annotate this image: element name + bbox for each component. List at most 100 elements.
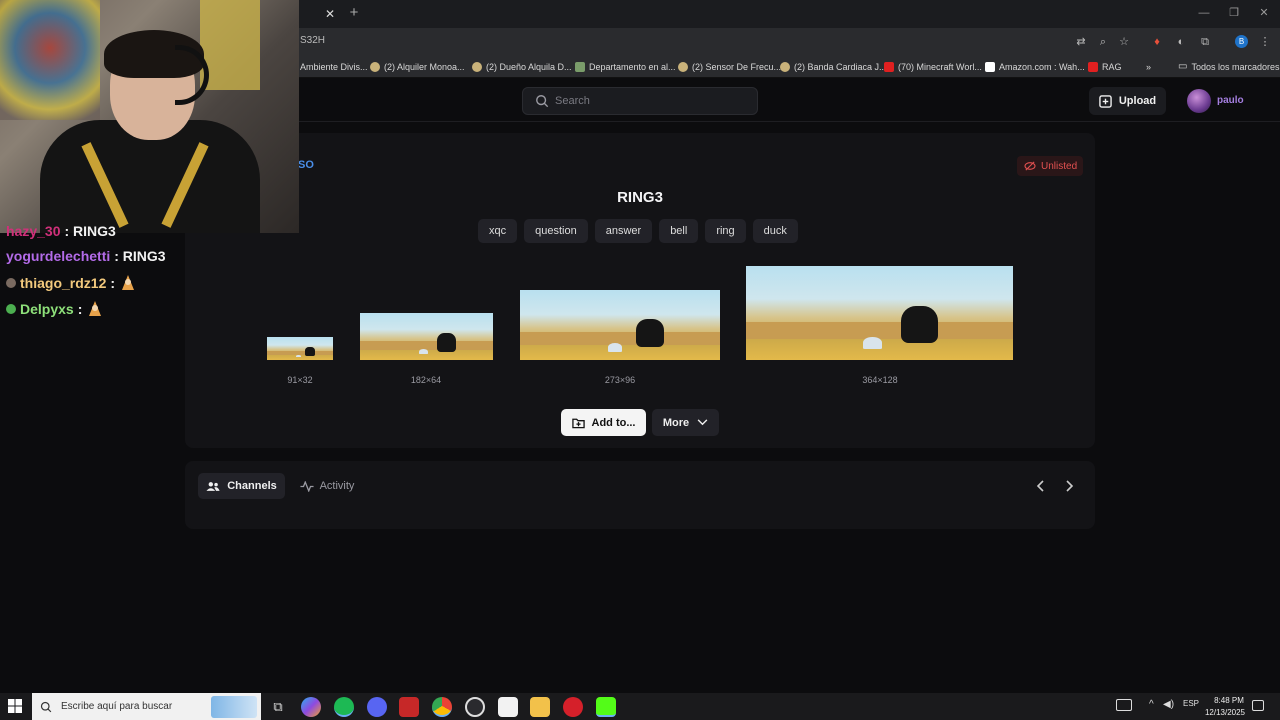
folder-icon: ▭ [1178, 61, 1188, 72]
chat-text: : RING3 [64, 223, 116, 239]
translate-icon[interactable]: ⇄ [1075, 36, 1087, 48]
user-avatar[interactable] [1187, 89, 1211, 113]
activity-icon [300, 480, 314, 492]
discord-icon[interactable] [367, 697, 387, 717]
visibility-badge: Unlisted [1017, 156, 1083, 176]
emote-title: RING3 [617, 189, 663, 206]
extension-red-icon[interactable]: ♦ [1151, 36, 1163, 48]
opera-icon[interactable] [563, 697, 583, 717]
emote-preview-1x[interactable] [267, 337, 333, 360]
bookmark-item[interactable]: (2) Dueño Alquila D... [472, 60, 572, 74]
tag-chip[interactable]: answer [594, 219, 653, 243]
chevron-right-icon[interactable] [1062, 479, 1076, 493]
emote-preview-2x[interactable] [360, 313, 493, 360]
bookmark-label: RAG [1102, 62, 1122, 72]
clock-date[interactable]: 12/13/2025 [1204, 708, 1246, 717]
extension-icon[interactable]: ◐ [1175, 36, 1187, 48]
all-bookmarks[interactable]: ▭ Todos los marcadores [1178, 60, 1280, 74]
chat-username: Delpyxs [20, 301, 74, 317]
username[interactable]: paulo [1217, 95, 1244, 106]
tab-activity[interactable]: Activity [292, 473, 362, 499]
bookmark-item[interactable]: (2) Banda Cardiaca J... [780, 60, 887, 74]
upload-label: Upload [1118, 95, 1157, 107]
chevron-left-icon[interactable] [1034, 479, 1048, 493]
volume-icon[interactable]: ◀) [1163, 699, 1174, 710]
emote-owner[interactable]: SO [298, 159, 314, 171]
chat-text: : [77, 301, 83, 317]
bookmark-item[interactable]: Amazon.com : Wah... [985, 60, 1085, 74]
obs-icon[interactable] [465, 697, 485, 717]
tab-channels-label: Channels [227, 480, 277, 492]
url-field[interactable] [290, 30, 1140, 54]
minimize-icon[interactable]: — [1194, 6, 1214, 20]
add-to-button[interactable]: Add to... [561, 409, 646, 436]
folder-plus-icon [571, 418, 585, 428]
new-tab-icon[interactable]: + [346, 5, 362, 21]
upload-button[interactable]: Upload [1089, 87, 1166, 115]
app-icon[interactable] [399, 697, 419, 717]
bookmark-favicon [678, 62, 688, 72]
size-label: 364×128 [862, 375, 898, 385]
language-indicator[interactable]: ESP [1183, 699, 1199, 708]
tag-chip[interactable]: ring [705, 219, 746, 243]
spotify-icon[interactable] [334, 697, 354, 717]
extensions-puzzle-icon[interactable]: ⧉ [1199, 36, 1211, 48]
keyboard-icon[interactable] [1116, 699, 1132, 711]
taskbar-search[interactable]: Escribe aquí para buscar [32, 693, 261, 720]
chat-text: : [110, 275, 116, 291]
bookmark-favicon [575, 62, 585, 72]
search-input[interactable] [555, 93, 745, 109]
tag-chip[interactable]: duck [752, 219, 798, 243]
youtube-icon [884, 62, 894, 72]
file-explorer-icon[interactable] [530, 697, 550, 717]
search-box[interactable] [522, 87, 758, 115]
emote-preview-4x[interactable] [746, 266, 1013, 360]
restore-icon[interactable]: ❐ [1224, 6, 1244, 20]
close-tab-icon[interactable]: ✕ [322, 6, 338, 22]
more-button[interactable]: More [652, 409, 719, 436]
bookmark-star-icon[interactable]: ☆ [1118, 36, 1130, 48]
notifications-icon[interactable] [1252, 700, 1264, 711]
windows-start-icon[interactable] [8, 699, 22, 713]
bookmark-item[interactable]: (2) Alquiler Monoa... [370, 60, 465, 74]
copilot-icon[interactable] [301, 697, 321, 717]
menu-dots-icon[interactable]: ⋮ [1259, 36, 1271, 48]
profile-avatar[interactable]: B [1235, 35, 1248, 48]
task-view-icon[interactable]: ⧉ [268, 697, 288, 717]
bookmarks-overflow[interactable]: » [1146, 60, 1151, 74]
bookmark-item[interactable]: Ambiente Divis... [300, 60, 368, 74]
more-label: More [662, 416, 690, 429]
tag-chip[interactable]: question [524, 219, 588, 243]
tag-chip[interactable]: xqc [478, 219, 518, 243]
kick-icon[interactable] [596, 697, 616, 717]
chat-message: thiago_rdz12 : [6, 274, 137, 292]
size-label: 182×64 [410, 375, 442, 385]
bookmark-label: (2) Banda Cardiaca J... [794, 62, 887, 72]
close-window-icon[interactable]: ✕ [1254, 6, 1274, 20]
tag-chip[interactable]: bell [659, 219, 699, 243]
chat-badge-icon [6, 278, 16, 288]
chrome-icon[interactable] [432, 697, 452, 717]
bookmark-item[interactable]: Departamento en al... [575, 60, 676, 74]
eye-off-icon [1024, 161, 1036, 171]
bookmark-label: (2) Sensor De Frecu... [692, 62, 782, 72]
tray-chevron-icon[interactable]: ^ [1149, 699, 1154, 710]
app-icon[interactable] [498, 697, 518, 717]
youtube-icon [1088, 62, 1098, 72]
bookmark-item[interactable]: (70) Minecraft Worl... [884, 60, 982, 74]
bookmark-favicon [472, 62, 482, 72]
zoom-icon[interactable]: ⌕ [1097, 36, 1109, 48]
chat-emote-icon [89, 301, 102, 316]
clock-time[interactable]: 8:48 PM [1209, 696, 1249, 705]
tab-channels[interactable]: Channels [198, 473, 285, 499]
bookmark-item[interactable]: (2) Sensor De Frecu... [678, 60, 781, 74]
chat-badge-icon [6, 304, 16, 314]
bookmark-item[interactable]: RAG [1088, 60, 1122, 74]
emote-preview-3x[interactable] [520, 290, 720, 360]
bookmark-favicon [370, 62, 380, 72]
taskbar-search-placeholder: Escribe aquí para buscar [61, 701, 173, 712]
chevron-down-icon [697, 419, 708, 426]
size-label: 273×96 [604, 375, 636, 385]
chat-username: hazy_30 [6, 223, 61, 239]
chat-emote-icon [122, 275, 135, 290]
